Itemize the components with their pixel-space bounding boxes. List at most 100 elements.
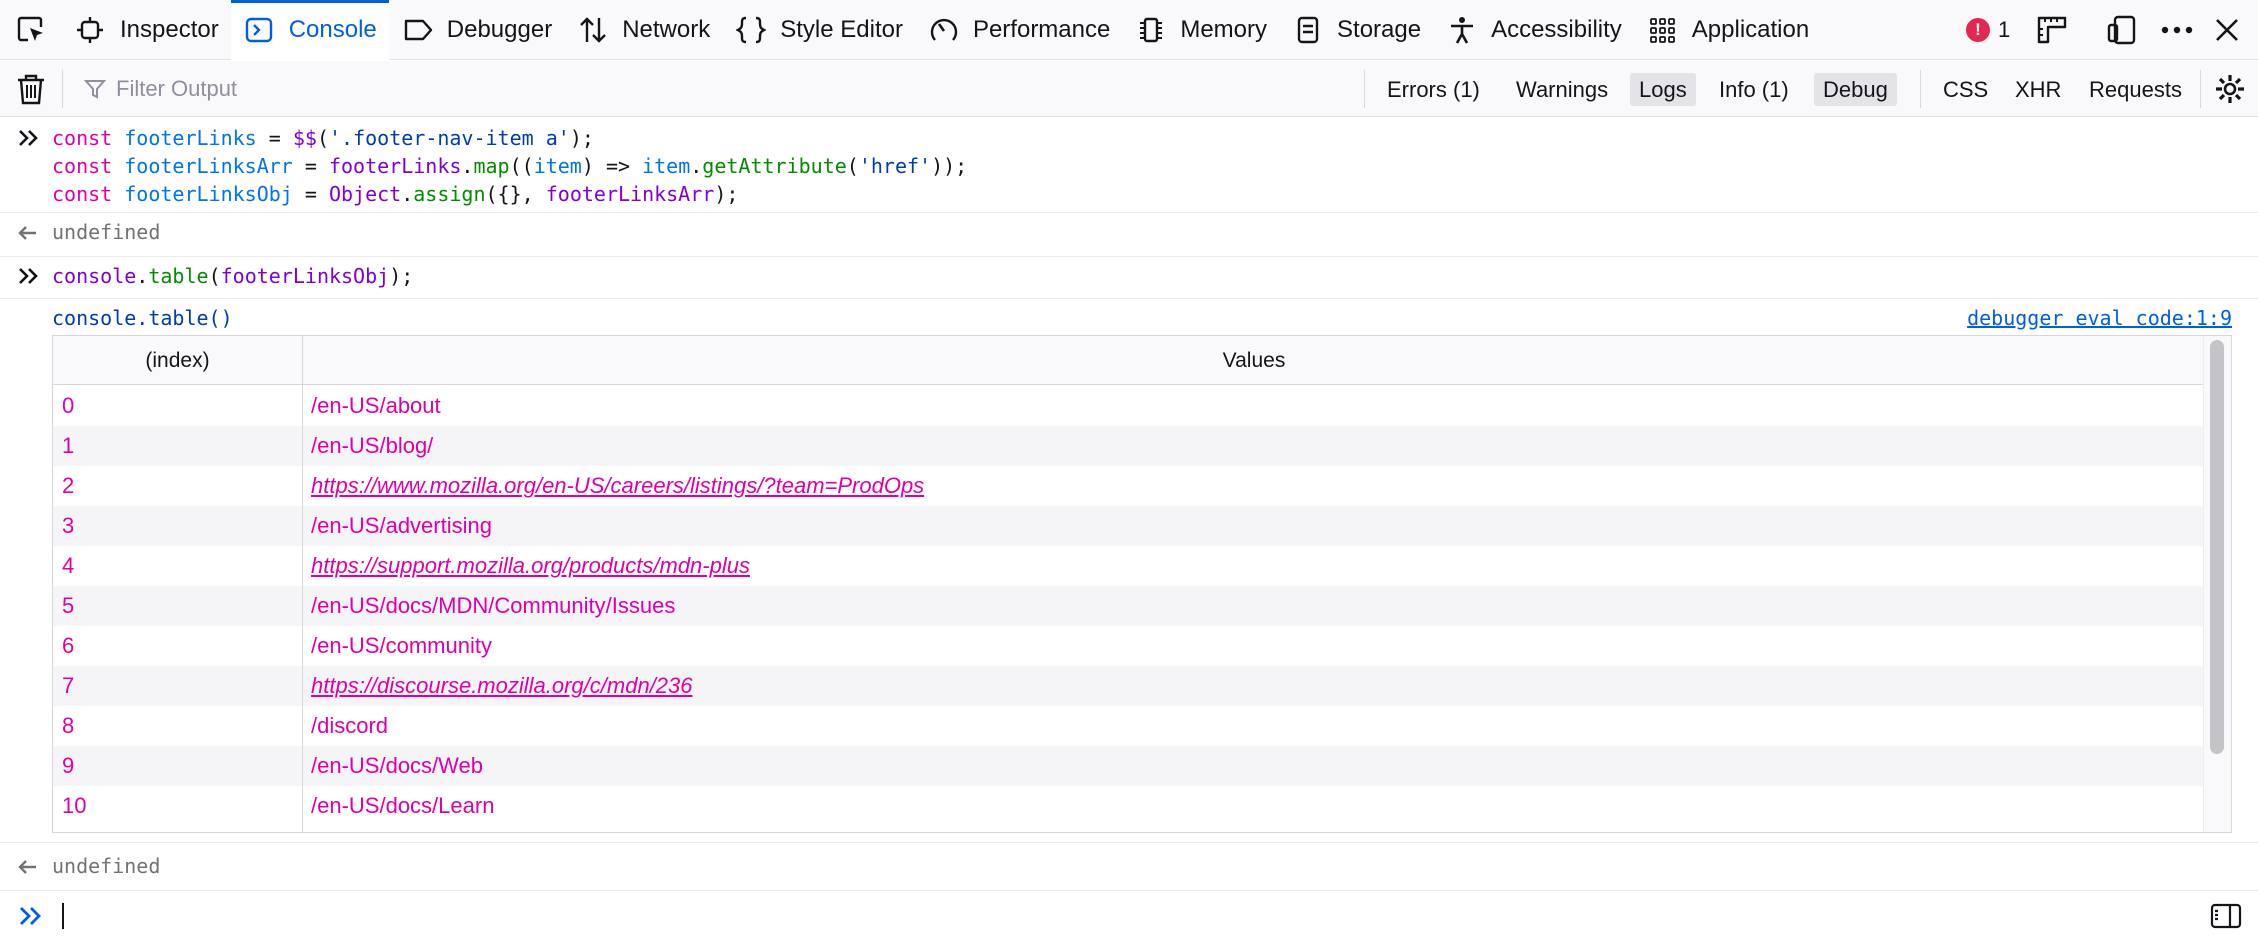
row-index: 4 <box>62 553 75 578</box>
row-index: 5 <box>62 593 75 618</box>
tab-label: Style Editor <box>780 15 903 43</box>
row-index: 9 <box>62 753 75 778</box>
network-icon <box>580 16 607 43</box>
rulers-button[interactable] <box>2036 0 2068 60</box>
code-line: console.table(footerLinksObj); <box>52 264 414 288</box>
error-icon: ! <box>1966 18 1990 42</box>
responsive-mode-button[interactable] <box>2106 0 2138 60</box>
application-icon <box>1649 17 1675 43</box>
table-row: 4 https://support.mozilla.org/products/md… <box>53 546 2205 586</box>
filter-xhr-button[interactable]: XHR <box>2006 73 2070 106</box>
chevron-right-double-icon <box>19 130 38 146</box>
table-row: 5/en-US/docs/MDN/Community/Issues <box>53 586 2205 626</box>
accessibility-icon <box>1451 16 1474 44</box>
row-index: 6 <box>62 633 75 658</box>
filter-errors-button[interactable]: Errors (1) <box>1378 73 1489 106</box>
row-value: /en-US/about <box>311 393 441 418</box>
column-header-values[interactable]: Values <box>303 336 2205 385</box>
chevron-right-double-icon <box>20 907 41 925</box>
tab-network[interactable]: Network <box>564 0 722 60</box>
filter-debug-button[interactable]: Debug <box>1814 73 1897 106</box>
filter-placeholder: Filter Output <box>116 76 238 101</box>
tab-performance[interactable]: Performance <box>915 0 1122 60</box>
tab-label: Inspector <box>120 15 219 43</box>
table-scrollbar[interactable] <box>2203 336 2231 832</box>
row-value-link[interactable]: https://www.mozilla.org/en-US/careers/li… <box>311 466 924 506</box>
more-options-button[interactable] <box>2160 0 2194 60</box>
more-options-icon <box>2161 26 2193 34</box>
row-value: /en-US/advertising <box>311 513 492 538</box>
filter-requests-button[interactable]: Requests <box>2080 73 2191 106</box>
table-header: (index) Values <box>53 336 2205 385</box>
console-input-message: console.table(footerLinksObj); <box>0 262 2258 292</box>
console-table-message: console.table() debugger eval code:1:9 <box>0 304 2258 332</box>
table-row: 7 https://discourse.mozilla.org/c/mdn/236 <box>53 666 2205 706</box>
gear-icon <box>2216 75 2244 103</box>
tab-console[interactable]: Console <box>230 0 389 60</box>
row-index: 2 <box>62 473 75 498</box>
error-count-badge[interactable]: ! 1 <box>1966 0 2010 60</box>
trash-icon <box>18 74 44 105</box>
close-devtools-button[interactable] <box>2212 0 2242 60</box>
row-value: /en-US/community <box>311 633 492 658</box>
row-value: /en-US/docs/Learn <box>311 793 495 818</box>
clear-console-button[interactable] <box>14 72 48 111</box>
inspector-icon <box>77 16 103 43</box>
table-row: 9/en-US/docs/Web <box>53 746 2205 786</box>
row-index: 0 <box>62 393 75 418</box>
rulers-icon <box>2037 16 2067 44</box>
row-value-link[interactable]: https://support.mozilla.org/products/mdn… <box>311 546 750 586</box>
console-result-message: undefined <box>0 852 2258 882</box>
sidebar-icon <box>2210 903 2242 929</box>
filter-output-input[interactable]: Filter Output <box>84 71 1348 107</box>
tab-label: Performance <box>972 15 1111 43</box>
filter-warnings-button[interactable]: Warnings <box>1507 73 1617 106</box>
memory-icon <box>1140 17 1163 42</box>
responsive-design-icon <box>2107 15 2136 45</box>
table-row: 2 https://www.mozilla.org/en-US/careers/l… <box>53 466 2205 506</box>
result-value: undefined <box>52 854 161 878</box>
row-index: 7 <box>62 673 75 698</box>
source-location-link[interactable]: debugger eval code:1:9 <box>1967 304 2232 332</box>
tab-memory[interactable]: Memory <box>1122 0 1279 60</box>
return-arrow-icon <box>18 860 36 874</box>
filter-info-button[interactable]: Info (1) <box>1710 73 1798 106</box>
tab-accessibility[interactable]: Accessibility <box>1433 0 1634 60</box>
tab-inspector[interactable]: Inspector <box>62 0 231 60</box>
console-settings-button[interactable] <box>2214 73 2246 110</box>
filter-logs-button[interactable]: Logs <box>1630 73 1696 106</box>
column-header-index[interactable]: (index) <box>53 336 302 385</box>
table-row: 8/discord <box>53 706 2205 746</box>
tab-storage[interactable]: Storage <box>1279 0 1433 60</box>
tab-label: Accessibility <box>1491 15 1622 43</box>
row-index: 10 <box>62 793 87 818</box>
row-value: /en-US/blog/ <box>311 433 434 458</box>
filter-css-button[interactable]: CSS <box>1934 73 1997 106</box>
tab-application[interactable]: Application <box>1634 0 1821 60</box>
code-line: const footerLinksObj = Object.assign({},… <box>52 182 739 206</box>
console-table: (index) Values 0/en-US/about 1/en-US/blog… <box>52 335 2232 833</box>
tab-label: Storage <box>1337 15 1422 43</box>
tab-label: Network <box>622 15 711 43</box>
performance-icon <box>930 18 958 41</box>
row-index: 1 <box>62 433 75 458</box>
console-input[interactable] <box>0 890 2258 940</box>
tab-debugger[interactable]: Debugger <box>389 0 564 60</box>
result-value: undefined <box>52 220 161 244</box>
row-value: /en-US/docs/MDN/Community/Issues <box>311 593 676 618</box>
filter-icon <box>84 80 106 99</box>
tab-label: Debugger <box>446 15 553 43</box>
console-result-message: undefined <box>0 218 2258 248</box>
row-value-link[interactable]: https://discourse.mozilla.org/c/mdn/236 <box>311 666 693 706</box>
scrollbar-thumb[interactable] <box>2210 340 2224 754</box>
code-line: const footerLinks = $$('.footer-nav-item… <box>52 126 594 150</box>
table-row: 0/en-US/about <box>53 386 2205 426</box>
toggle-sidebar-button[interactable] <box>2210 903 2242 934</box>
tab-style-editor[interactable]: Style Editor <box>722 0 915 60</box>
debugger-icon <box>404 19 432 40</box>
row-index: 8 <box>62 713 75 738</box>
element-picker-icon <box>17 16 43 41</box>
console-input-message: const footerLinks = $$('.footer-nav-item… <box>0 124 2258 206</box>
element-picker-button[interactable] <box>0 0 62 60</box>
row-value: /en-US/docs/Web <box>311 753 484 778</box>
